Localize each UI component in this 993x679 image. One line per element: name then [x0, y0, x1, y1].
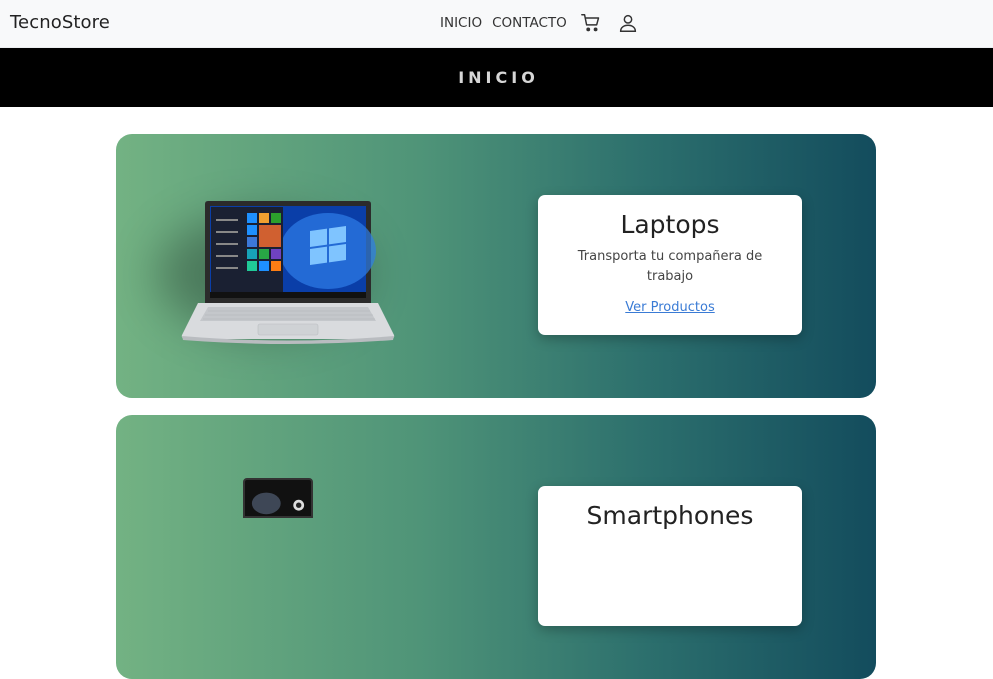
- view-products-link[interactable]: Ver Productos: [625, 300, 714, 315]
- nav-link-contacto[interactable]: CONTACTO: [492, 15, 567, 31]
- category-card-laptops: Laptops Transporta tu compañera de traba…: [116, 134, 876, 398]
- navbar: TecnoStore INICIO CONTACTO: [0, 0, 993, 48]
- category-info-box: Smartphones: [538, 486, 802, 626]
- category-card-smartphones: Smartphones: [116, 415, 876, 679]
- phone-image: [243, 478, 313, 518]
- category-title: Laptops: [620, 210, 720, 239]
- cart-icon[interactable]: [580, 12, 602, 34]
- page-banner: INICIO: [0, 48, 993, 107]
- main-nav: INICIO CONTACTO: [440, 15, 567, 31]
- laptop-image: [181, 201, 395, 344]
- nav-link-inicio[interactable]: INICIO: [440, 15, 482, 31]
- category-description: Transporta tu compañera de trabajo: [577, 249, 763, 284]
- category-info-box: Laptops Transporta tu compañera de traba…: [538, 195, 802, 335]
- category-title: Smartphones: [586, 501, 754, 530]
- user-icon[interactable]: [617, 12, 639, 34]
- page-title: INICIO: [458, 68, 539, 87]
- brand-logo[interactable]: TecnoStore: [10, 12, 110, 33]
